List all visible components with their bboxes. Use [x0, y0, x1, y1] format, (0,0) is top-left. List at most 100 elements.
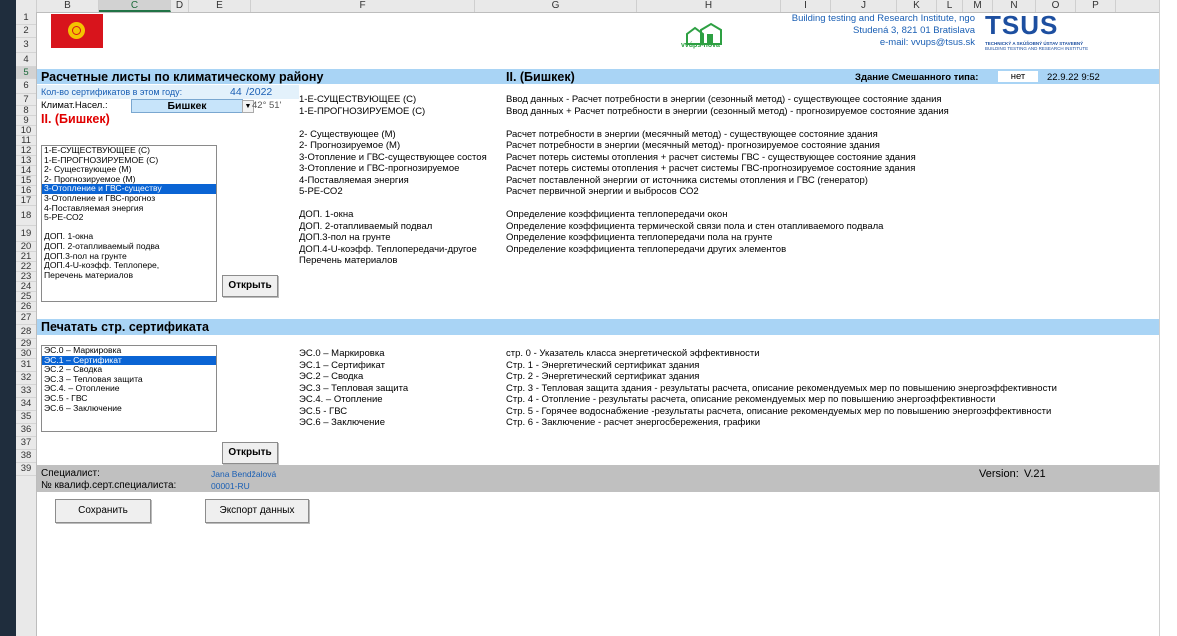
row-header-32[interactable]: 32 — [16, 372, 36, 385]
climate-dropdown[interactable]: Бишкек — [131, 99, 243, 113]
row-header-33[interactable]: 33 — [16, 385, 36, 398]
listbox-item[interactable]: 4-Поставляемая энергия — [42, 204, 216, 214]
row-header-30[interactable]: 30 — [16, 349, 36, 359]
column-header-C[interactable]: C — [99, 0, 171, 12]
open-calc-button[interactable]: Открыть — [222, 275, 278, 297]
row-header-1[interactable]: 1 — [16, 12, 36, 25]
calc-sheet-name: 3-Отопление и ГВС-существующее состоя — [299, 151, 487, 163]
column-header-G[interactable]: G — [475, 0, 637, 12]
row-header-6[interactable]: 6 — [16, 79, 36, 94]
sheet-right-edge — [1159, 0, 1177, 636]
worksheet[interactable]: vvúps-nova Building testing and Research… — [37, 12, 1159, 636]
calc-sheet-name: 2- Прогнозируемое (М) — [299, 140, 401, 151]
row-header-2[interactable]: 2 — [16, 25, 36, 38]
row-header-28[interactable]: 28 — [16, 325, 36, 339]
row-header-5[interactable]: 5 — [16, 67, 36, 79]
calc-sheet-name: ДОП.3-пол на грунте — [299, 232, 391, 243]
listbox-item[interactable]: 2- Прогнозируемое (М) — [42, 175, 216, 185]
row-header-26[interactable]: 26 — [16, 302, 36, 312]
print-page-name: ЭС.2 – Сводка — [299, 371, 364, 382]
row-header-39[interactable]: 39 — [16, 463, 36, 476]
column-header-N[interactable]: N — [993, 0, 1036, 12]
listbox-item[interactable]: 5-РЕ-СО2 — [42, 213, 216, 223]
listbox-item[interactable]: ДОП. 2-отапливаемый подва — [42, 242, 216, 252]
listbox-item[interactable]: ЭС.2 – Сводка — [42, 365, 216, 375]
version-label: Version: — [979, 468, 1019, 480]
listbox-item[interactable]: 1-Е-СУЩЕСТВУЮЩЕЕ (С) — [42, 146, 216, 156]
institute-email: e-mail: vvups@tsus.sk — [879, 37, 975, 48]
building-type-label: Здание Смешанного типа: — [855, 72, 979, 83]
vvups-logo-text: vvúps-nova — [681, 42, 720, 49]
listbox-item[interactable]: 1-Е-ПРОГНОЗИРУЕМОЕ (С) — [42, 156, 216, 166]
calc-sheet-description — [506, 117, 949, 129]
calc-sheet-name — [299, 117, 487, 129]
row-header-36[interactable]: 36 — [16, 424, 36, 437]
tsus-logo: TSUS — [985, 12, 1059, 40]
listbox-item[interactable]: 3-Отопление и ГВС-существу — [42, 184, 216, 194]
listbox-item[interactable]: ЭС.3 – Тепловая защита — [42, 375, 216, 385]
calc-sheet-listbox[interactable]: 1-Е-СУЩЕСТВУЮЩЕЕ (С) 1-Е-ПРОГНОЗИРУЕМОЕ (… — [41, 145, 217, 302]
export-data-button[interactable]: Экспорт данных — [205, 499, 309, 523]
calc-sheet-description: Расчет потерь системы отопления + расчет… — [506, 151, 916, 163]
print-page-description: Стр. 5 - Горячее водоснабжение -результа… — [506, 405, 1052, 417]
column-header-H[interactable]: H — [637, 0, 781, 12]
calc-sheet-name: 1-Е-СУЩЕСТВУЮЩЕЕ (С) — [299, 94, 417, 105]
version-value: V.21 — [1024, 468, 1046, 480]
open-print-button[interactable]: Открыть — [222, 442, 278, 464]
calc-sheet-name: 4-Поставляемая энергия — [299, 174, 409, 186]
column-header-O[interactable]: O — [1036, 0, 1076, 12]
listbox-item[interactable]: ДОП.3-пол на грунте — [42, 252, 216, 262]
print-page-listbox[interactable]: ЭС.0 – Маркировка ЭС.1 – Сертификат ЭС.2 –… — [41, 345, 217, 432]
row-header-38[interactable]: 38 — [16, 450, 36, 463]
listbox-item[interactable]: ЭС.1 – Сертификат — [42, 355, 216, 366]
row-header-19[interactable]: 19 — [16, 226, 36, 242]
column-header-P[interactable]: P — [1076, 0, 1116, 12]
calc-sheet-name — [299, 198, 487, 210]
listbox-item[interactable]: ДОП.4-U-коэфф. Теплопере, — [42, 261, 216, 271]
column-header-D[interactable]: D — [171, 0, 189, 12]
region-red-title: II. (Бишкек) — [41, 112, 110, 126]
calc-sheet-description: Расчет первичной энергии и выбросов СО2 — [506, 186, 699, 197]
row-header-17[interactable]: 17 — [16, 196, 36, 206]
listbox-item[interactable]: Перечень материалов — [42, 271, 216, 281]
calc-sheet-description: Расчет потребности в энергии (месячный м… — [506, 140, 880, 151]
listbox-item[interactable]: ЭС.5 - ГВС — [42, 394, 216, 404]
cert-count-value: 44 — [230, 86, 242, 98]
column-header-J[interactable]: J — [831, 0, 897, 12]
column-header-F[interactable]: F — [251, 0, 475, 12]
print-page-description: Стр. 3 - Тепловая защита здания - резуль… — [506, 382, 1057, 394]
row-header-34[interactable]: 34 — [16, 398, 36, 411]
specialist-name: Jana Bendžalová — [211, 469, 277, 479]
calc-sheet-name: ДОП. 2-отапливаемый подвал — [299, 220, 433, 232]
listbox-item[interactable]: ЭС.0 – Маркировка — [42, 346, 216, 356]
print-names-column: ЭС.0 – Маркировка ЭС.1 – Сертификат ЭС.2 –… — [299, 348, 408, 429]
save-button[interactable]: Сохранить — [55, 499, 151, 523]
building-type-value[interactable]: нет — [998, 71, 1038, 82]
column-header-M[interactable]: M — [963, 0, 993, 12]
calc-sheet-description: Определение коэффициента теплопередачи п… — [506, 232, 773, 243]
listbox-item[interactable]: ЭС.4. – Отопление — [42, 384, 216, 394]
row-header-35[interactable]: 35 — [16, 411, 36, 424]
calc-sheet-name: ДОП. 1-окна — [299, 209, 354, 220]
specialist-label: Специалист: — [41, 468, 100, 479]
column-header-K[interactable]: K — [897, 0, 937, 12]
calc-sheet-description: Расчет потребности в энергии (месячный м… — [506, 128, 878, 140]
row-header-18[interactable]: 18 — [16, 206, 36, 226]
row-header-4[interactable]: 4 — [16, 53, 36, 67]
column-header-B[interactable]: B — [37, 0, 99, 12]
row-header-27[interactable]: 27 — [16, 312, 36, 325]
column-header-I[interactable]: I — [781, 0, 831, 12]
calc-sheet-description — [506, 198, 949, 210]
listbox-item[interactable]: 3-Отопление и ГВС-прогноз — [42, 194, 216, 204]
row-header-3[interactable]: 3 — [16, 38, 36, 53]
listbox-item[interactable]: ДОП. 1-окна — [42, 232, 216, 242]
select-all-corner[interactable] — [16, 0, 37, 12]
row-header-31[interactable]: 31 — [16, 359, 36, 372]
row-header-37[interactable]: 37 — [16, 437, 36, 450]
listbox-item[interactable]: ЭС.6 – Заключение — [42, 404, 216, 414]
listbox-item[interactable] — [42, 223, 216, 233]
column-header-E[interactable]: E — [189, 0, 251, 12]
cert-year: /2022 — [246, 86, 273, 98]
listbox-item[interactable]: 2- Существующее (М) — [42, 165, 216, 175]
column-header-L[interactable]: L — [937, 0, 963, 12]
